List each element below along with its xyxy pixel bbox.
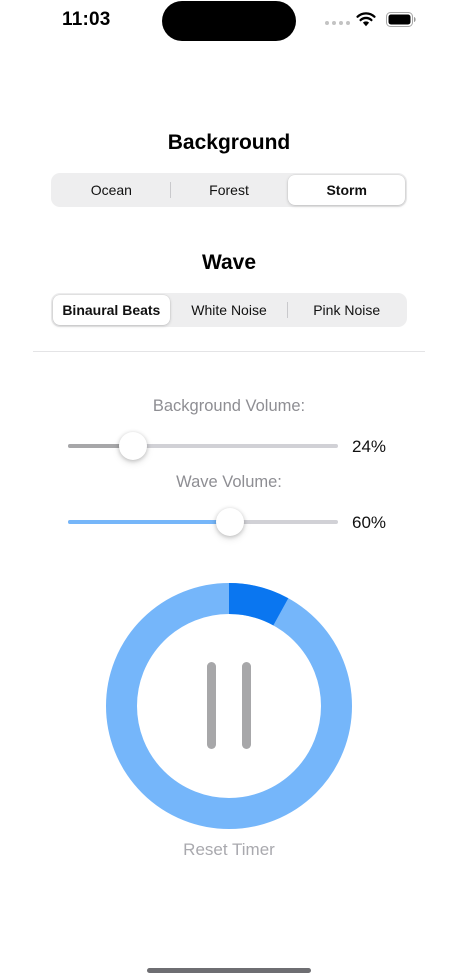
pause-icon (207, 662, 216, 749)
background-volume-label: Background Volume: (152, 397, 306, 415)
background-volume-value: 24% (352, 437, 387, 456)
segment-ocean[interactable]: Ocean (53, 175, 170, 205)
segment-forest[interactable]: Forest (171, 175, 288, 205)
pause-button[interactable] (190, 650, 268, 762)
background-volume-slider[interactable] (68, 432, 338, 460)
slider-thumb[interactable] (118, 432, 147, 460)
background-title: Background (167, 131, 291, 154)
signal-dots-icon (325, 21, 350, 25)
wave-volume-value: 60% (352, 513, 387, 532)
reset-timer-button[interactable]: Reset Timer (0, 840, 458, 860)
wave-title: Wave (201, 251, 257, 274)
slider-thumb[interactable] (216, 508, 244, 536)
wave-segmented-control: Binaural Beats White Noise Pink Noise (51, 293, 407, 327)
pause-icon (242, 662, 251, 749)
wave-volume-label: Wave Volume: (176, 473, 282, 491)
segment-storm[interactable]: Storm (288, 175, 406, 205)
status-time: 11:03 (62, 9, 111, 30)
background-segmented-control: Ocean Forest Storm (51, 173, 407, 207)
battery-icon (386, 12, 416, 27)
wifi-icon (356, 12, 376, 27)
separator (33, 351, 425, 352)
home-indicator (147, 968, 311, 973)
segment-pink-noise[interactable]: Pink Noise (288, 295, 405, 325)
wave-volume-slider[interactable] (68, 508, 338, 536)
segment-binaural-beats[interactable]: Binaural Beats (53, 295, 170, 325)
segment-white-noise[interactable]: White Noise (171, 295, 288, 325)
slider-fill (68, 520, 230, 524)
dynamic-island (162, 1, 296, 41)
